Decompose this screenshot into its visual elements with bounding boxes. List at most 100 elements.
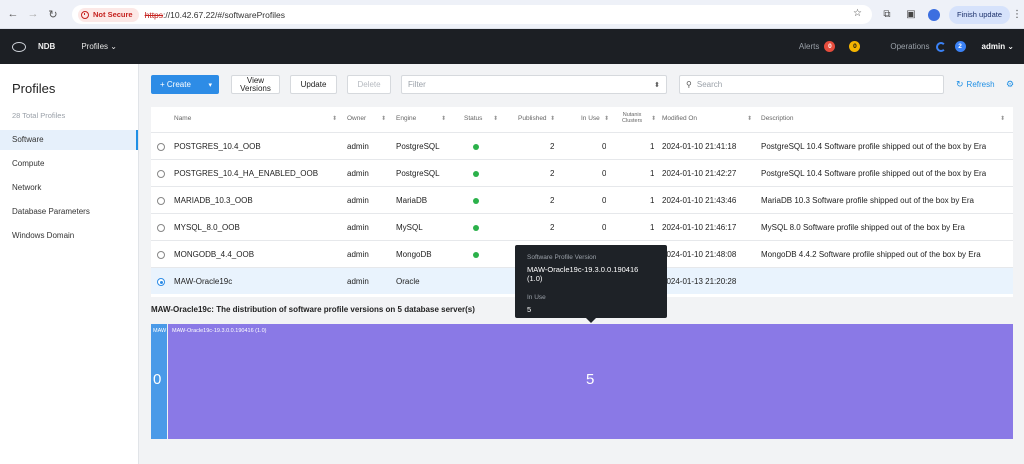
segment-label: MAW-Oracle19c-19.3.0.0.190416 (1.0) (172, 328, 267, 334)
status-ok-icon (473, 225, 479, 231)
cell-published: 2 (550, 169, 555, 178)
sidebar-item-database-parameters[interactable]: Database Parameters (0, 202, 138, 222)
profiles-menu[interactable]: Profiles ⌄ (81, 42, 117, 51)
cell-engine: PostgreSQL (396, 169, 440, 178)
cell-clusters: 1 (650, 223, 655, 232)
col-header-modified-on[interactable]: Modified On (662, 107, 697, 131)
sort-icon[interactable]: ⬍ (493, 107, 498, 131)
cell-engine: PostgreSQL (396, 142, 440, 151)
forward-icon[interactable]: → (26, 7, 40, 21)
page-title: Profiles (12, 81, 56, 96)
finish-update-button[interactable]: Finish update (948, 5, 1010, 24)
cell-published: 2 (550, 196, 555, 205)
cell-owner: admin (347, 250, 369, 259)
status-ok-icon (473, 252, 479, 258)
search-placeholder: Search (696, 80, 723, 89)
col-header-owner[interactable]: Owner (347, 107, 366, 131)
segment-value: 0 (153, 371, 162, 388)
cell-modified: 2024-01-10 21:43:46 (662, 196, 737, 205)
star-icon[interactable]: ☆ (853, 8, 862, 19)
cell-in-use: 0 (602, 169, 607, 178)
tooltip-inuse-label: In Use (527, 294, 546, 301)
col-header-description[interactable]: Description (761, 107, 794, 131)
sidebar-item-software[interactable]: Software (0, 130, 138, 150)
cell-owner: admin (347, 196, 369, 205)
sidebar-item-compute[interactable]: Compute (0, 154, 138, 174)
sidepanel-icon[interactable]: ▣ (904, 8, 918, 22)
cell-owner: admin (347, 169, 369, 178)
distribution-segment[interactable]: MAW 0 (151, 324, 167, 439)
not-secure-badge[interactable]: Not Secure (78, 7, 139, 22)
alerts-warning-badge[interactable]: 0 (849, 41, 861, 52)
create-label: + Create (160, 80, 191, 89)
row-radio[interactable] (157, 278, 165, 286)
col-header-published[interactable]: Published (518, 107, 547, 131)
cell-description: PostgreSQL 10.4 Software profile shipped… (761, 142, 987, 151)
table-row[interactable]: MARIADB_10.3_OOB admin MariaDB 2 0 1 202… (151, 186, 1013, 213)
cell-name: MAW-Oracle19c (174, 277, 233, 286)
cell-description: MySQL 8.0 Software profile shipped out o… (761, 223, 965, 232)
col-header-engine[interactable]: Engine (396, 107, 416, 131)
filter-placeholder: Filter (408, 80, 426, 89)
user-menu[interactable]: admin ⌄ (982, 42, 1014, 51)
cell-modified: 2024-01-10 21:42:27 (662, 169, 737, 178)
row-radio[interactable] (157, 251, 165, 259)
row-radio[interactable] (157, 143, 165, 151)
search-input[interactable]: ⚲ Search (679, 75, 944, 94)
sort-icon[interactable]: ⬍ (550, 107, 555, 131)
table-row[interactable]: MYSQL_8.0_OOB admin MySQL 2 0 1 2024-01-… (151, 213, 1013, 240)
filter-select[interactable]: Filter ⬍ (401, 75, 667, 94)
col-header-name[interactable]: Name (174, 107, 191, 131)
sort-icon[interactable]: ⬍ (381, 107, 386, 131)
col-header-nutanix-2: Clusters (622, 118, 643, 124)
cell-owner: admin (347, 223, 369, 232)
col-header-in-use[interactable]: In Use (581, 107, 600, 131)
refresh-button[interactable]: ↻ Refresh (956, 75, 995, 94)
distribution-segment[interactable]: MAW-Oracle19c-19.3.0.0.190416 (1.0) 5 (168, 324, 1013, 439)
search-icon: ⚲ (686, 80, 692, 89)
reload-icon[interactable]: ↻ (46, 7, 60, 21)
cell-description: MongoDB 4.4.2 Software profile shipped o… (761, 250, 981, 259)
cell-description: PostgreSQL 10.4 Software profile shipped… (761, 169, 987, 178)
col-header-nutanix-clusters[interactable]: Nutanix Clusters (622, 112, 642, 124)
sort-icon[interactable]: ⬍ (1000, 107, 1005, 131)
table-row[interactable]: POSTGRES_10.4_HA_ENABLED_OOB admin Postg… (151, 159, 1013, 186)
operations-label[interactable]: Operations (890, 42, 929, 51)
cell-modified: 2024-01-10 21:41:18 (662, 142, 737, 151)
sort-icon[interactable]: ⬍ (441, 107, 446, 131)
create-button[interactable]: + Create ▾ (151, 75, 219, 94)
cell-clusters: 1 (650, 196, 655, 205)
avatar[interactable] (927, 8, 940, 21)
row-radio[interactable] (157, 197, 165, 205)
view-versions-label-2: Versions (240, 83, 271, 93)
cell-clusters: 1 (650, 142, 655, 151)
row-radio[interactable] (157, 224, 165, 232)
chevron-down-icon: ▾ (208, 81, 212, 89)
delete-button[interactable]: Delete (347, 75, 391, 94)
more-icon[interactable]: ⋮ (1010, 9, 1024, 20)
alerts-label[interactable]: Alerts (799, 42, 819, 51)
app-header: NDB Profiles ⌄ Alerts 0 0 Operations 2 a… (0, 29, 1024, 64)
sidebar-item-network[interactable]: Network (0, 178, 138, 198)
back-icon[interactable]: ← (6, 7, 20, 21)
extensions-icon[interactable]: ⧉ (880, 8, 894, 22)
status-ok-icon (473, 144, 479, 150)
row-radio[interactable] (157, 170, 165, 178)
sidebar-item-windows-domain[interactable]: Windows Domain (0, 226, 138, 246)
address-bar[interactable]: Not Secure https://10.42.67.22/#/softwar… (72, 5, 872, 24)
col-header-status[interactable]: Status (464, 107, 482, 131)
operations-count-badge[interactable]: 2 (954, 41, 966, 52)
settings-gear-icon[interactable]: ⚙ (1006, 75, 1014, 94)
sort-icon[interactable]: ⬍ (332, 107, 337, 131)
status-ok-icon (473, 171, 479, 177)
table-row[interactable]: POSTGRES_10.4_OOB admin PostgreSQL 2 0 1… (151, 132, 1013, 159)
cell-engine: Oracle (396, 277, 420, 286)
sort-icon[interactable]: ⬍ (747, 107, 752, 131)
update-button[interactable]: Update (290, 75, 337, 94)
sort-icon[interactable]: ⬍ (604, 107, 609, 131)
sort-icon[interactable]: ⬍ (651, 107, 656, 131)
distribution-title: MAW-Oracle19c: The distribution of softw… (151, 305, 475, 314)
cell-name: MARIADB_10.3_OOB (174, 196, 253, 205)
alerts-critical-badge[interactable]: 0 (824, 41, 836, 52)
view-versions-button[interactable]: View Versions (231, 75, 280, 94)
